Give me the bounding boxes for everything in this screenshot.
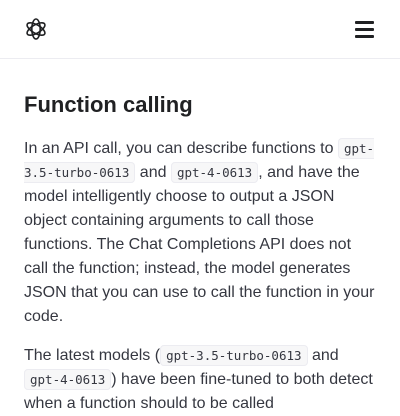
model-code-gpt4: gpt-4-0613 — [24, 369, 112, 390]
paragraph-text: and — [135, 164, 171, 181]
page-title: Function calling — [24, 92, 193, 117]
model-code-gpt4: gpt-4-0613 — [170, 162, 259, 183]
model-code-gpt35: gpt-3.5-turbo-0613 — [160, 345, 308, 366]
intro-paragraph: In an API call, you can describe functio… — [24, 137, 376, 329]
top-navigation-bar — [0, 0, 400, 59]
article-content: Function calling In an API call, you can… — [24, 88, 376, 416]
paragraph-text: In an API call, you can describe functio… — [24, 140, 338, 157]
paragraph-text: The latest models ( — [24, 347, 161, 364]
hamburger-menu-icon[interactable] — [355, 21, 374, 38]
paragraph-text: and — [307, 347, 339, 364]
latest-models-paragraph: The latest models (gpt-3.5-turbo-0613 an… — [24, 344, 376, 416]
openai-logo-icon[interactable] — [24, 17, 48, 41]
paragraph-text: , and have the model intelligently choos… — [24, 164, 375, 325]
